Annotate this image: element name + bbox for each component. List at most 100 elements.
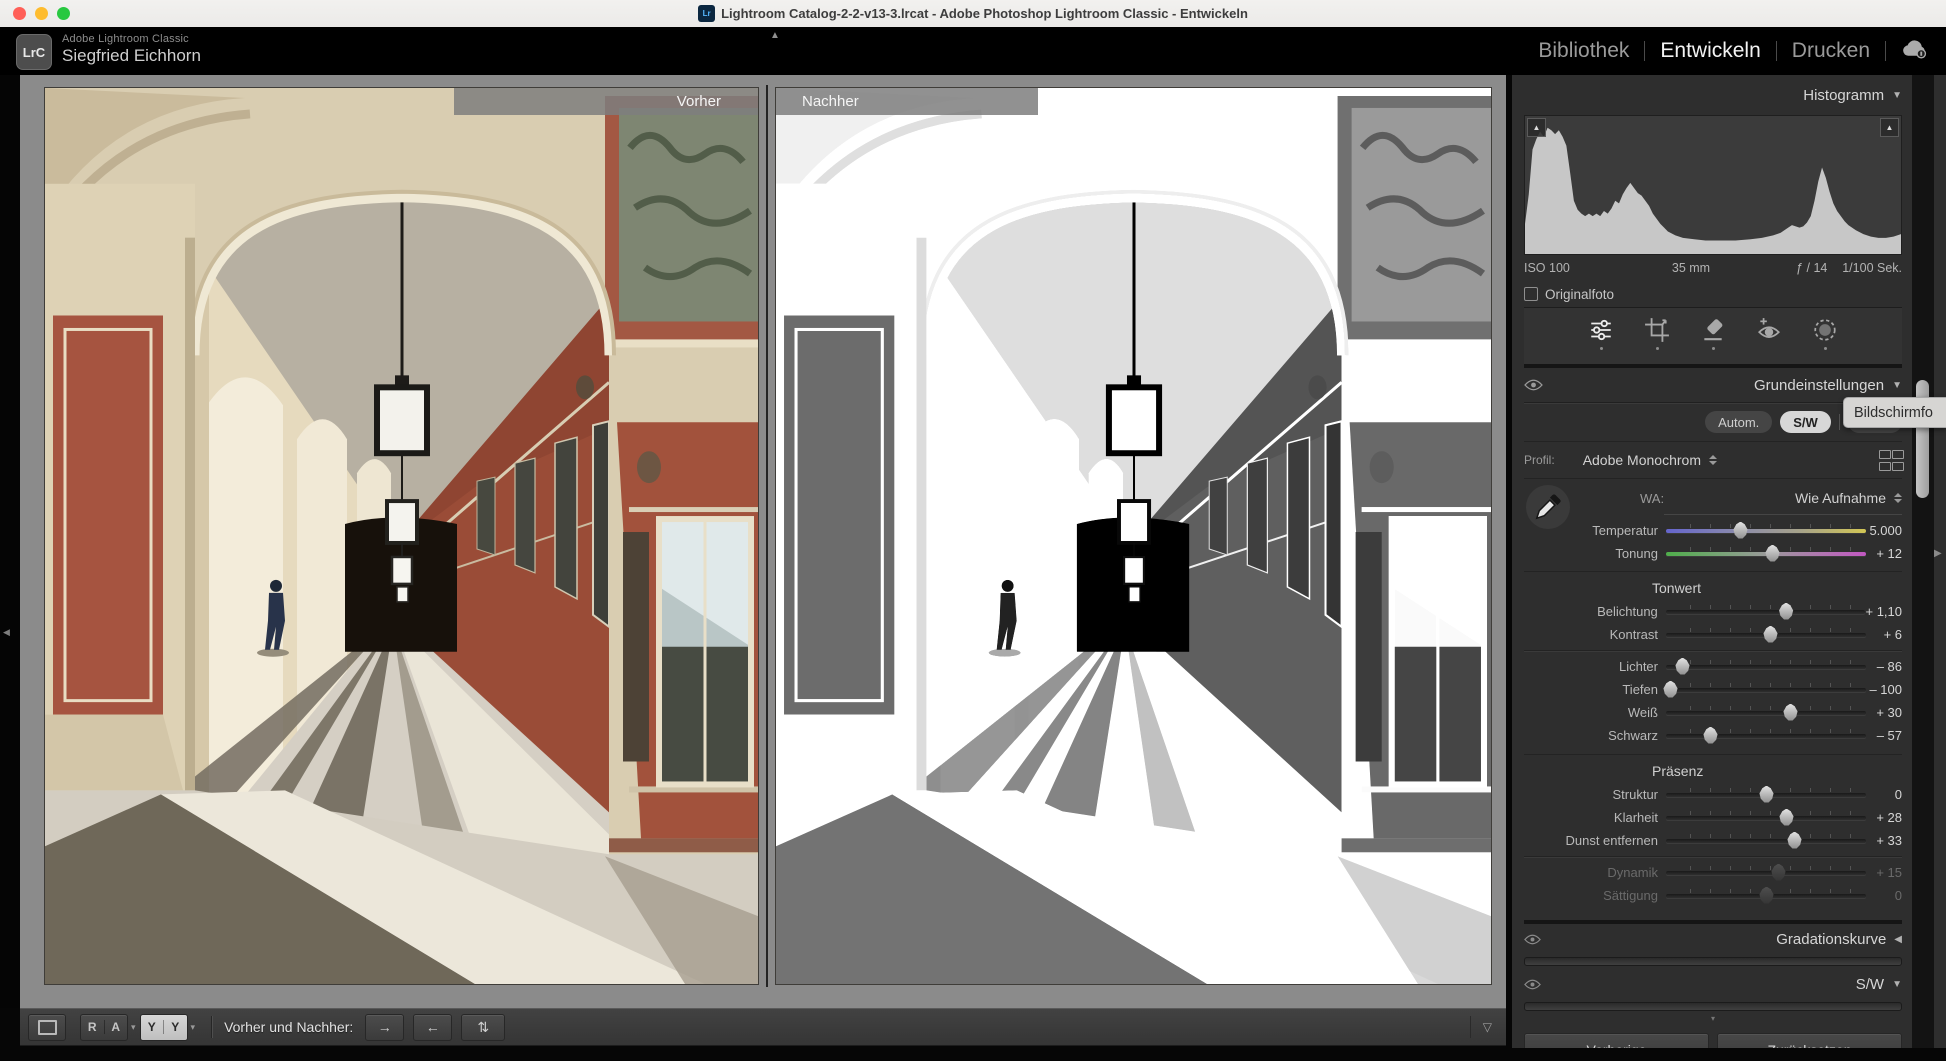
profile-label: Profil: xyxy=(1524,453,1555,467)
before-after-view-button[interactable]: Y Y xyxy=(140,1014,188,1041)
panel-scrollbar[interactable] xyxy=(1912,75,1934,1048)
slider-ticks xyxy=(1671,524,1861,528)
bw-treatment-button[interactable]: S/W xyxy=(1780,411,1831,433)
panel-switch-eye-icon[interactable] xyxy=(1524,379,1543,391)
tone-curve-title: Gradationskurve xyxy=(1776,931,1886,948)
swap-before-after-button[interactable]: ⇅ xyxy=(461,1014,505,1041)
dynamik-slider-track[interactable] xyxy=(1666,871,1866,875)
slider-value[interactable]: 5.000 xyxy=(1866,523,1902,538)
collapsed-panel-bar xyxy=(1524,957,1902,966)
histogram[interactable]: ▲ ▲ xyxy=(1524,115,1902,255)
schwarz-slider-track[interactable] xyxy=(1666,734,1866,738)
slider-label: Tiefen xyxy=(1524,682,1658,697)
crop-tool[interactable] xyxy=(1644,317,1670,350)
show-left-panel-icon[interactable]: ◀ xyxy=(3,627,10,638)
panel-collapse-icon[interactable]: ▼ xyxy=(1892,380,1902,391)
minimize-window-button[interactable] xyxy=(35,7,48,20)
previous-button[interactable]: Vorherige xyxy=(1524,1033,1709,1048)
arcade-photo-rendering xyxy=(45,88,758,984)
module-picker: Bibliothek Entwickeln Drucken xyxy=(1538,27,1928,75)
slider-label: Lichter xyxy=(1524,659,1658,674)
module-divider xyxy=(1885,41,1886,61)
sättigung-slider-track[interactable] xyxy=(1666,894,1866,898)
auto-button[interactable]: Autom. xyxy=(1705,411,1772,433)
slider-value[interactable]: 0 xyxy=(1866,787,1902,802)
tone-curve-panel-header[interactable]: Gradationskurve ◀ xyxy=(1524,924,1902,954)
temperatur-slider-track[interactable] xyxy=(1666,529,1866,533)
slider-value[interactable]: + 28 xyxy=(1866,810,1902,825)
slider-ticks xyxy=(1671,605,1861,609)
slider-value[interactable]: + 15 xyxy=(1866,865,1902,880)
lichter-slider-track[interactable] xyxy=(1666,665,1866,669)
slider-value[interactable]: + 33 xyxy=(1866,833,1902,848)
shutter-value: 1/100 Sek. xyxy=(1842,261,1902,275)
slider-value[interactable]: – 100 xyxy=(1866,682,1902,697)
close-window-button[interactable] xyxy=(13,7,26,20)
slider-value[interactable]: + 12 xyxy=(1866,546,1902,561)
module-bibliothek[interactable]: Bibliothek xyxy=(1538,39,1629,63)
hide-right-panel-icon[interactable]: ▶ xyxy=(1934,548,1942,559)
chevron-down-icon[interactable]: ▾ xyxy=(191,1022,196,1033)
ref-letter: A xyxy=(105,1020,128,1034)
histogram-panel-header[interactable]: Histogramm ▼ xyxy=(1524,75,1902,115)
slider-value[interactable]: + 6 xyxy=(1866,627,1902,642)
panel-collapse-icon[interactable]: ▼ xyxy=(1892,90,1902,101)
slider-group-divider xyxy=(1524,856,1902,857)
slider-label: Struktur xyxy=(1524,787,1658,802)
reset-button[interactable]: Zurücksetzen xyxy=(1717,1033,1902,1048)
module-drucken[interactable]: Drucken xyxy=(1792,39,1870,63)
kontrast-slider-track[interactable] xyxy=(1666,633,1866,637)
chevron-down-icon[interactable]: ▾ xyxy=(131,1022,136,1033)
module-entwickeln[interactable]: Entwickeln xyxy=(1660,39,1760,63)
wb-stepper-icon[interactable] xyxy=(1894,493,1902,503)
struktur-slider-track[interactable] xyxy=(1666,793,1866,797)
healing-tool[interactable] xyxy=(1700,317,1726,350)
loupe-view-button[interactable] xyxy=(28,1014,66,1041)
histogram-title: Histogramm xyxy=(1803,87,1884,104)
slider-value[interactable]: – 86 xyxy=(1866,659,1902,674)
masking-tool[interactable] xyxy=(1812,317,1838,350)
red-eye-tool[interactable] xyxy=(1756,317,1782,350)
slider-value[interactable]: – 57 xyxy=(1866,728,1902,743)
panel-collapse-icon[interactable]: ▼ xyxy=(1892,979,1902,990)
shadow-clipping-indicator[interactable]: ▲ xyxy=(1527,118,1546,137)
dunst-entfernen-slider-track[interactable] xyxy=(1666,839,1866,843)
bw-panel-header[interactable]: S/W ▼ xyxy=(1524,969,1902,999)
weiß-slider-track[interactable] xyxy=(1666,711,1866,715)
profile-browser-icon[interactable] xyxy=(1879,450,1902,471)
original-photo-label: Originalfoto xyxy=(1545,287,1614,302)
zoom-window-button[interactable] xyxy=(57,7,70,20)
arcade-photo-rendering xyxy=(776,88,1491,984)
white-balance-dropper-icon[interactable] xyxy=(1526,485,1570,529)
compare-toolbar-label: Vorher und Nachher: xyxy=(224,1019,353,1035)
cloud-sync-icon[interactable] xyxy=(1901,38,1928,64)
slider-value[interactable]: 0 xyxy=(1866,888,1902,903)
toolbar-options-icon[interactable]: ▽ xyxy=(1483,1020,1492,1034)
panel-expand-icon[interactable]: ◀ xyxy=(1894,934,1902,945)
edit-sliders-tool[interactable] xyxy=(1588,317,1614,350)
slider-row-lichter: Lichter – 86 xyxy=(1524,655,1902,678)
copy-before-to-after-button[interactable]: → xyxy=(365,1014,404,1041)
klarheit-slider-track[interactable] xyxy=(1666,816,1866,820)
highlight-clipping-indicator[interactable]: ▲ xyxy=(1880,118,1899,137)
profile-stepper-icon[interactable] xyxy=(1709,455,1717,465)
original-photo-checkbox[interactable] xyxy=(1524,287,1538,301)
slider-value[interactable]: + 1,10 xyxy=(1865,604,1902,619)
slider-row-kontrast: Kontrast+ 6 xyxy=(1524,623,1902,646)
tiefen-slider-track[interactable] xyxy=(1666,688,1866,692)
collapse-top-panel-icon[interactable]: ▲ xyxy=(770,30,780,41)
reference-view-button[interactable]: R A xyxy=(80,1014,128,1041)
presence-group: Präsenz Struktur0Klarheit+ 28Dunst entfe… xyxy=(1524,754,1902,914)
copy-after-to-before-button[interactable]: ← xyxy=(413,1014,452,1041)
wb-preset-value[interactable]: Wie Aufnahme xyxy=(1795,490,1886,506)
belichtung-slider-track[interactable] xyxy=(1666,610,1866,614)
profile-value[interactable]: Adobe Monochrom xyxy=(1583,452,1701,468)
before-photo[interactable]: Vorher xyxy=(44,87,759,985)
panel-switch-eye-icon[interactable] xyxy=(1524,979,1541,990)
tone-group-title: Tonwert xyxy=(1652,580,1902,596)
after-photo[interactable]: Nachher xyxy=(775,87,1492,985)
tonung-slider-track[interactable] xyxy=(1666,552,1866,556)
slider-ticks xyxy=(1671,834,1861,838)
panel-switch-eye-icon[interactable] xyxy=(1524,934,1541,945)
slider-value[interactable]: + 30 xyxy=(1866,705,1902,720)
